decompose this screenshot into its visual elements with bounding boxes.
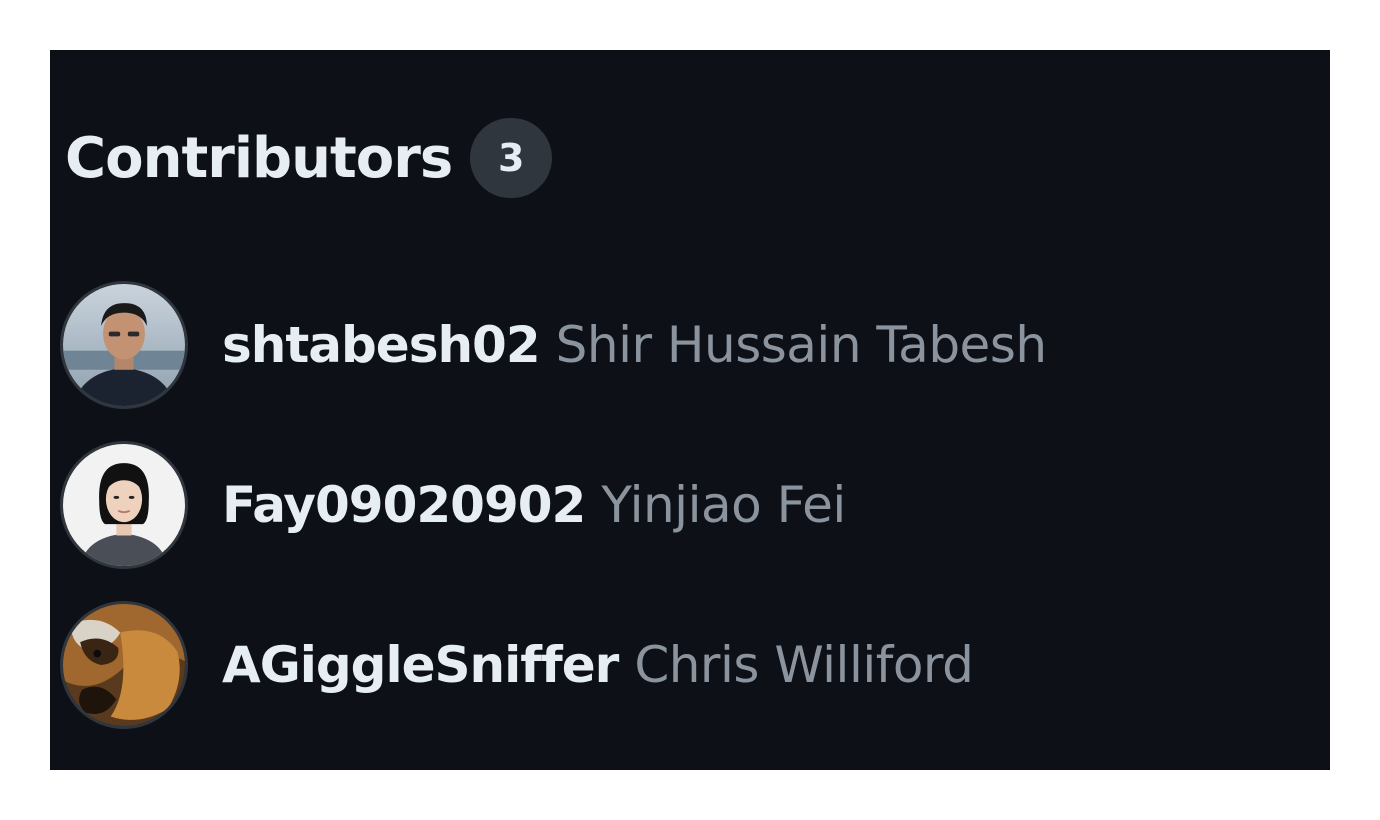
contributor-login[interactable]: Fay09020902 [222,476,586,534]
contributor-row: AGiggleSniffer Chris Williford [60,585,1047,745]
contributors-list: shtabesh02 Shir Hussain Tabesh Fay090209… [60,265,1047,745]
contributor-login[interactable]: shtabesh02 [222,316,541,374]
contributor-row: Fay09020902 Yinjiao Fei [60,425,1047,585]
avatar[interactable] [60,441,188,569]
contributor-name: Yinjiao Fei [601,476,846,534]
contributors-panel: Contributors 3 shtabesh02 Shir Hussain T… [50,50,1330,770]
avatar-image-Fay09020902 [63,444,185,566]
contributors-header: Contributors 3 [65,118,553,198]
avatar-image-shtabesh02 [63,284,185,406]
contributor-login[interactable]: AGiggleSniffer [222,636,619,694]
contributor-name: Chris Williford [634,636,974,694]
avatar-image-AGiggleSniffer [63,604,185,726]
contributors-count-badge: 3 [470,118,553,198]
contributors-title[interactable]: Contributors [65,126,453,191]
contributor-row: shtabesh02 Shir Hussain Tabesh [60,265,1047,425]
contributor-name: Shir Hussain Tabesh [555,316,1047,374]
avatar[interactable] [60,281,188,409]
avatar[interactable] [60,601,188,729]
